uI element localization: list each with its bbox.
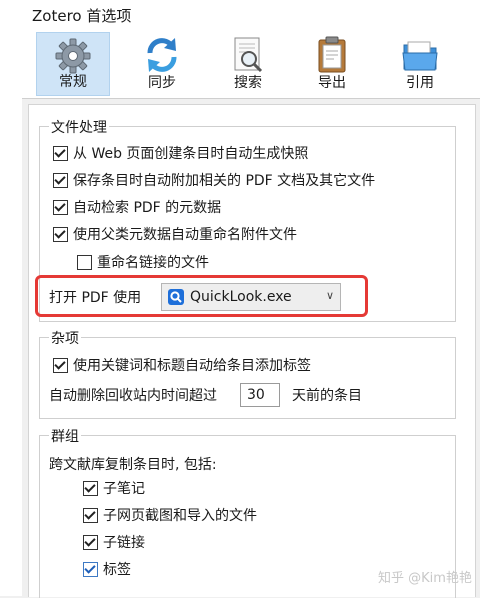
checkbox-label: 使用父类元数据自动重命名附件文件 xyxy=(73,227,297,243)
tab-export-label: 导出 xyxy=(318,75,346,91)
checkbox-label: 从 Web 页面创建条目时自动生成快照 xyxy=(73,146,309,162)
checkbox-label: 使用关键词和标题自动给条目添加标签 xyxy=(73,358,311,374)
quicklook-app-icon xyxy=(168,289,184,305)
tab-cite[interactable]: 引用 xyxy=(383,32,457,96)
rename-linked-files-checkbox[interactable]: 重命名链接的文件 xyxy=(77,251,209,273)
tab-sync[interactable]: 同步 xyxy=(125,32,199,96)
clipboard-icon xyxy=(318,36,346,73)
general-pane: 文件处理 从 Web 页面创建条目时自动生成快照 保存条目时自动附加相关的 PD… xyxy=(28,104,476,598)
checkbox-label: 自动检索 PDF 的元数据 xyxy=(73,200,222,216)
auto-tag-checkbox[interactable]: 使用关键词和标题自动给条目添加标签 xyxy=(53,354,311,376)
title-bar: Zotero 首选项 xyxy=(22,0,480,30)
child-notes-checkbox[interactable]: 子笔记 xyxy=(83,477,145,499)
checkbox-box[interactable] xyxy=(53,172,68,188)
preferences-window: Zotero 首选项 常规 同步 搜索 导出 引用 文件处理 从 Web 页面创… xyxy=(22,0,480,598)
checkbox-label: 保存条目时自动附加相关的 PDF 文档及其它文件 xyxy=(73,173,376,189)
tags-checkbox[interactable]: 标签 xyxy=(83,558,131,580)
auto-attach-checkbox[interactable]: 保存条目时自动附加相关的 PDF 文档及其它文件 xyxy=(53,169,375,191)
checkbox-box[interactable] xyxy=(53,199,68,215)
checkbox-box[interactable] xyxy=(53,145,68,161)
trash-prefix-label: 自动删除回收站内时间超过 xyxy=(49,388,217,404)
tab-general-label: 常规 xyxy=(59,74,87,90)
open-pdf-select[interactable]: QuickLook.exe ∨ xyxy=(161,283,341,311)
gear-icon xyxy=(55,38,91,74)
auto-pdf-metadata-checkbox[interactable]: 自动检索 PDF 的元数据 xyxy=(53,196,221,218)
checkbox-box[interactable] xyxy=(53,226,68,242)
checkbox-box[interactable] xyxy=(53,357,68,373)
auto-snapshot-checkbox[interactable]: 从 Web 页面创建条目时自动生成快照 xyxy=(53,142,308,164)
sync-icon xyxy=(147,38,177,72)
checkbox-box[interactable] xyxy=(83,480,98,496)
tab-search-label: 搜索 xyxy=(234,75,262,91)
file-handling-title: 文件处理 xyxy=(49,117,109,137)
checkbox-label: 子网页截图和导入的文件 xyxy=(103,508,257,524)
search-document-icon xyxy=(234,37,263,73)
checkbox-label: 重命名链接的文件 xyxy=(97,255,209,271)
tab-cite-label: 引用 xyxy=(406,75,434,91)
copy-items-label: 跨文献库复制条目时, 包括: xyxy=(49,457,217,473)
tab-search[interactable]: 搜索 xyxy=(211,32,285,96)
checkbox-box[interactable] xyxy=(83,534,98,550)
tab-export[interactable]: 导出 xyxy=(295,32,369,96)
open-pdf-label: 打开 PDF 使用 xyxy=(49,290,142,306)
checkbox-label: 子链接 xyxy=(103,535,145,551)
groups-title: 群组 xyxy=(49,426,81,446)
misc-title: 杂项 xyxy=(49,328,81,348)
checkbox-label: 标签 xyxy=(103,562,131,578)
folder-icon xyxy=(402,41,438,71)
trash-days-input[interactable]: 30 xyxy=(240,383,280,407)
background-window-edge xyxy=(0,0,23,596)
auto-rename-checkbox[interactable]: 使用父类元数据自动重命名附件文件 xyxy=(53,223,297,245)
checkbox-box[interactable] xyxy=(83,561,98,577)
child-snapshots-checkbox[interactable]: 子网页截图和导入的文件 xyxy=(83,504,257,526)
checkbox-box[interactable] xyxy=(77,254,92,270)
chevron-down-icon: ∨ xyxy=(325,289,334,302)
trash-suffix-label: 天前的条目 xyxy=(292,388,362,404)
checkbox-box[interactable] xyxy=(83,507,98,523)
tab-sync-label: 同步 xyxy=(148,75,176,91)
preferences-toolbar: 常规 同步 搜索 导出 引用 xyxy=(22,30,480,99)
tab-general[interactable]: 常规 xyxy=(36,32,110,96)
open-pdf-value: QuickLook.exe xyxy=(190,289,292,305)
window-title: Zotero 首选项 xyxy=(32,7,132,25)
child-links-checkbox[interactable]: 子链接 xyxy=(83,531,145,553)
watermark-text: 知乎 @Kim艳艳 xyxy=(378,571,472,586)
checkbox-label: 子笔记 xyxy=(103,481,145,497)
